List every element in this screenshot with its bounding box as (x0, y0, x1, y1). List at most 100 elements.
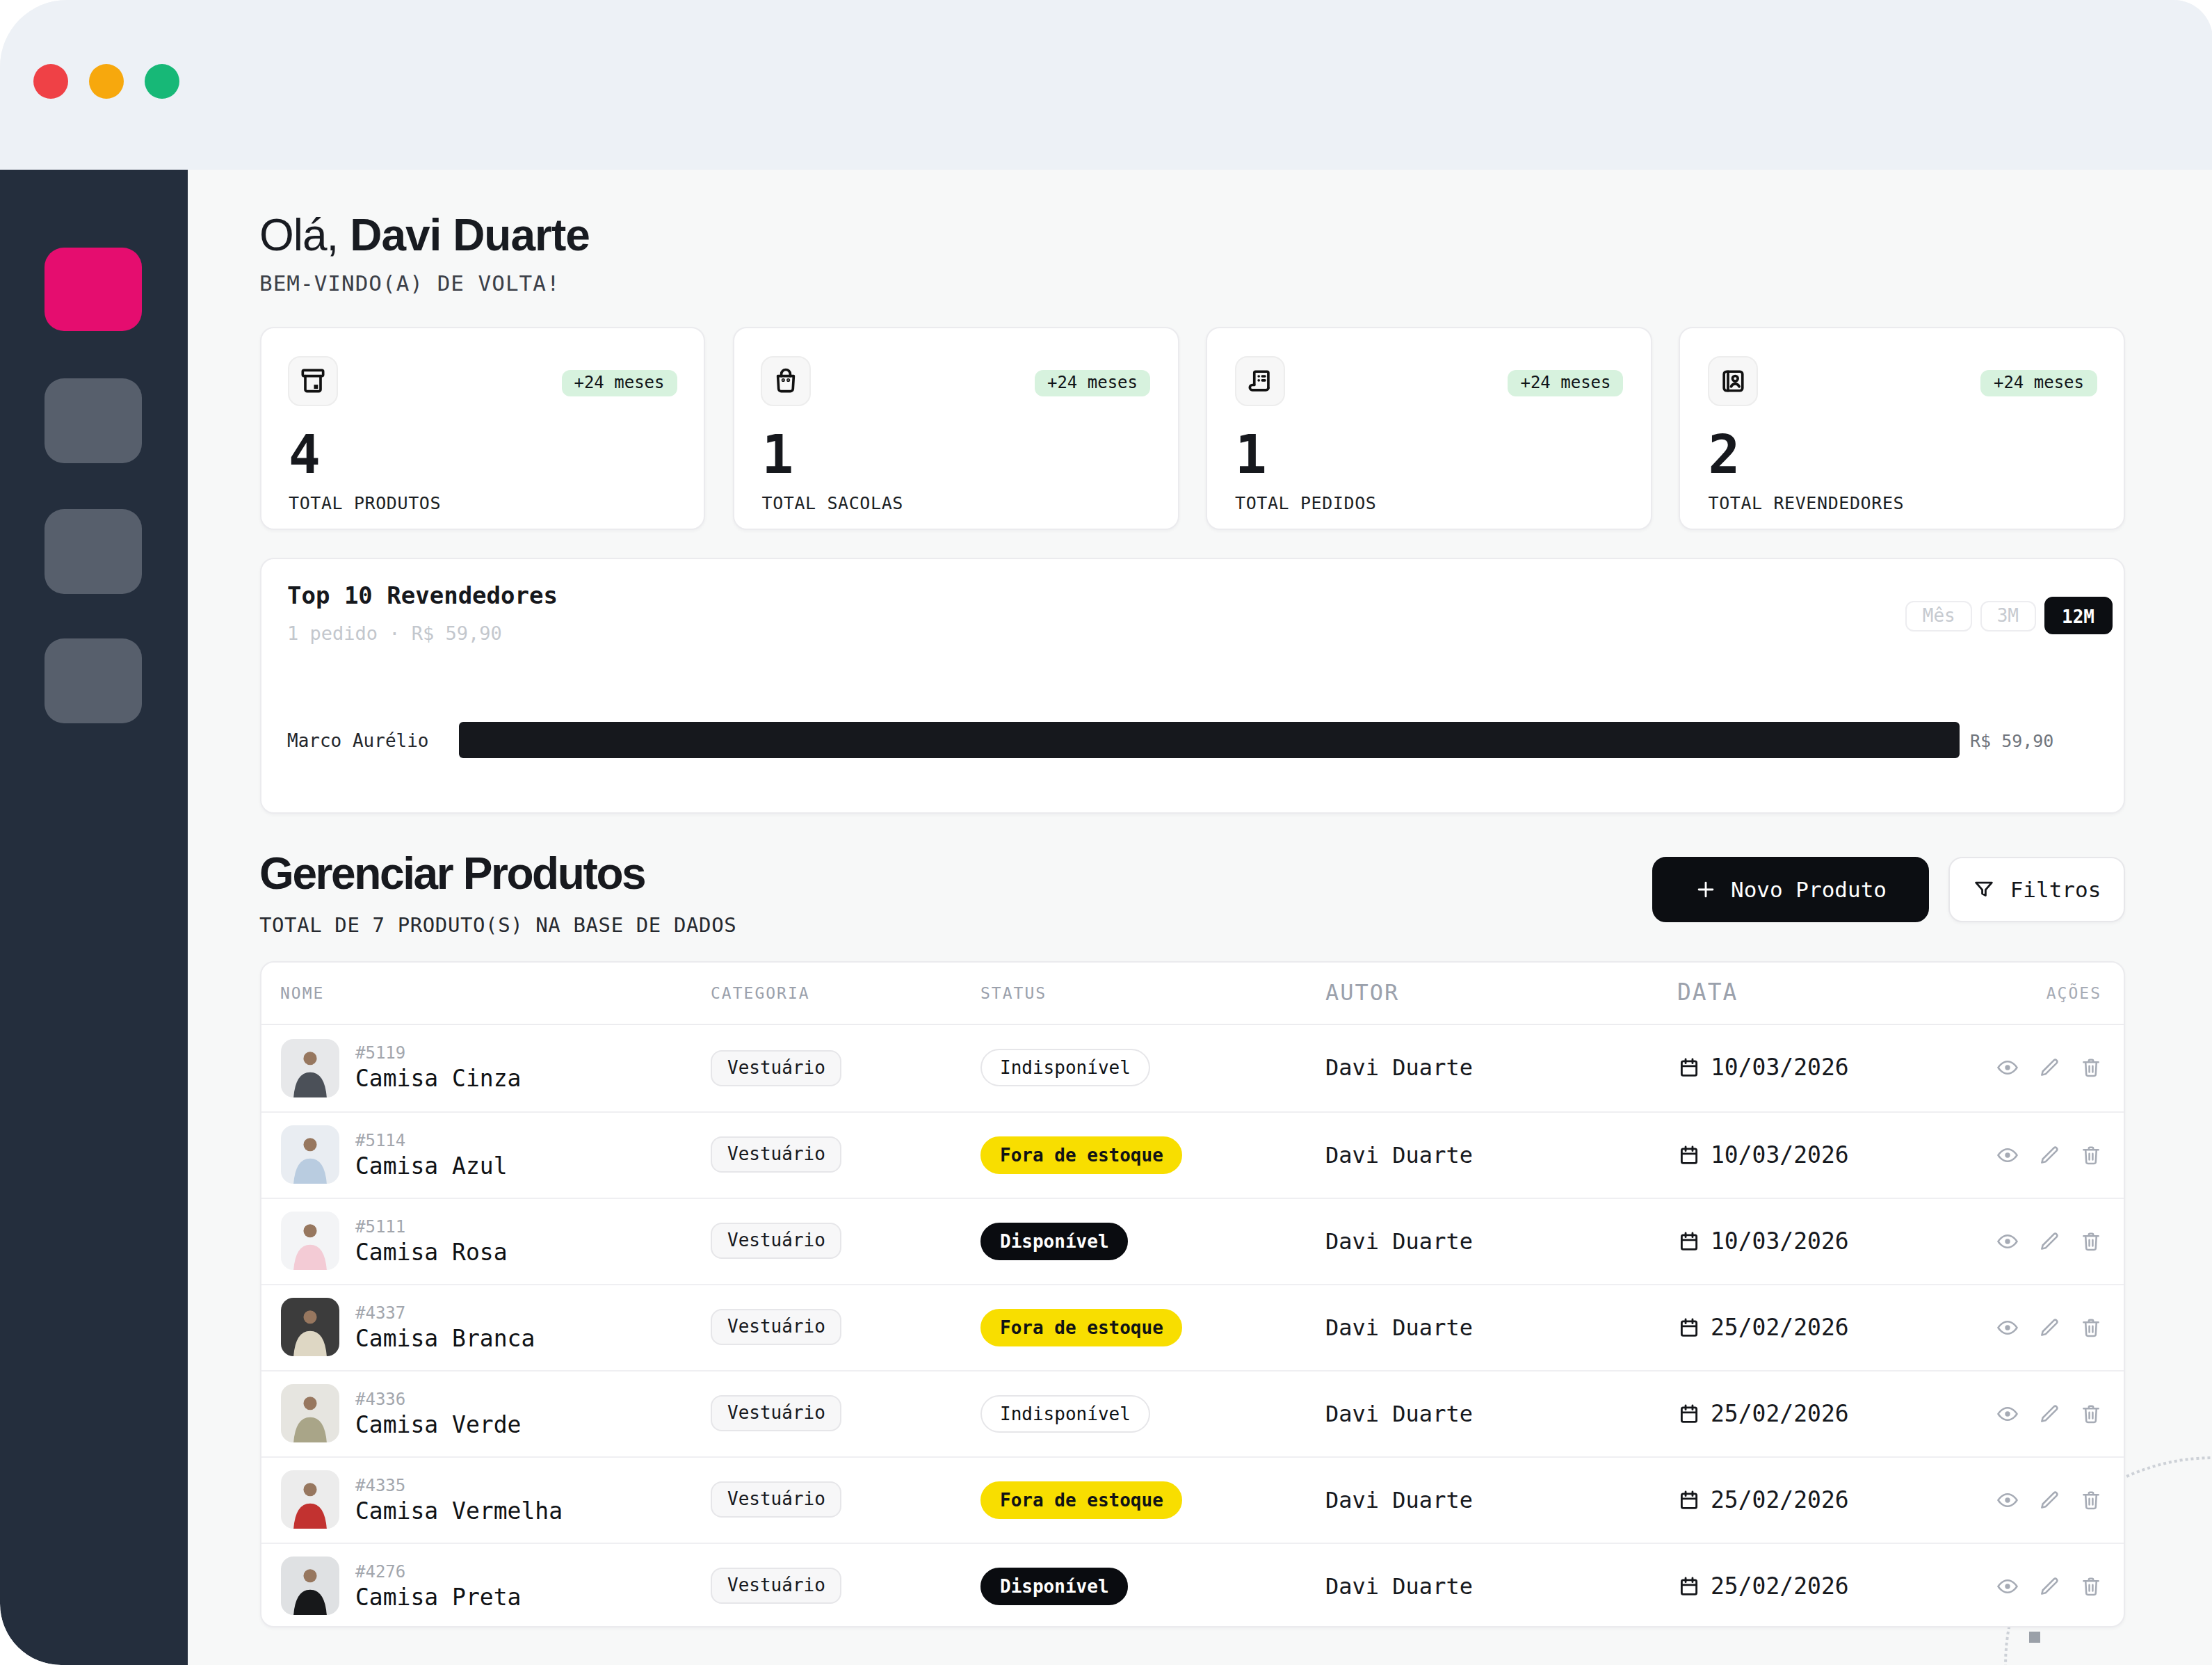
filter-icon (1973, 878, 1996, 901)
edit-icon[interactable] (2037, 1315, 2061, 1339)
delete-icon[interactable] (2079, 1315, 2103, 1339)
plus-icon (1693, 878, 1717, 901)
calendar-icon (1677, 1574, 1701, 1598)
top-revendedores-card: Top 10 Revendedores 1 pedido · R$ 59,90 … (259, 558, 2125, 814)
stat-card-total-sacolas: +24 meses 1 TOTAL SACOLAS (733, 327, 1179, 530)
category-badge: Vestuário (711, 1309, 842, 1345)
edit-icon[interactable] (2037, 1229, 2061, 1253)
view-icon[interactable] (1996, 1056, 2019, 1079)
delete-icon[interactable] (2079, 1143, 2103, 1166)
screenshot-stage: Olá, Davi Duarte BEM-VINDO(A) DE VOLTA! … (0, 0, 2212, 1665)
table-row[interactable]: #5119 Camisa Cinza Vestuário Indisponíve… (261, 1024, 2124, 1111)
range-button-3m[interactable]: 3M (1980, 600, 2035, 631)
bar-category-label: Marco Aurélio (287, 730, 458, 750)
table-row[interactable]: #5114 Camisa Azul Vestuário Fora de esto… (261, 1111, 2124, 1197)
table-row[interactable]: #5111 Camisa Rosa Vestuário Disponível D… (261, 1197, 2124, 1283)
bar-value-label: R$ 59,90 (1970, 730, 2053, 750)
stat-label: TOTAL PEDIDOS (1235, 492, 1376, 513)
view-icon[interactable] (1996, 1574, 2019, 1598)
delete-icon[interactable] (2079, 1574, 2103, 1598)
view-icon[interactable] (1996, 1315, 2019, 1339)
new-product-button[interactable]: Novo Produto (1652, 857, 1928, 922)
category-badge: Vestuário (711, 1395, 842, 1431)
product-thumbnail (280, 1557, 339, 1615)
product-author: Davi Duarte (1325, 1314, 1677, 1340)
view-icon[interactable] (1996, 1229, 2019, 1253)
range-button-mes[interactable]: Mês (1906, 600, 1972, 631)
sidebar-item-logo[interactable] (45, 248, 142, 331)
category-badge: Vestuário (711, 1049, 842, 1086)
column-header-nome[interactable]: NOME (280, 983, 711, 1003)
greeting: Olá, Davi Duarte BEM-VINDO(A) DE VOLTA! (259, 210, 590, 296)
sidebar-item-1[interactable] (45, 378, 142, 463)
minimize-window-button[interactable] (88, 63, 123, 98)
delete-icon[interactable] (2079, 1401, 2103, 1425)
column-header-autor[interactable]: AUTOR (1325, 980, 1677, 1006)
table-row[interactable]: #4335 Camisa Vermelha Vestuário Fora de … (261, 1456, 2124, 1542)
delete-icon[interactable] (2079, 1229, 2103, 1253)
product-author: Davi Duarte (1325, 1141, 1677, 1168)
product-id: #4335 (355, 1475, 563, 1495)
edit-icon[interactable] (2037, 1056, 2061, 1079)
table-row[interactable]: #4336 Camisa Verde Vestuário Indisponíve… (261, 1369, 2124, 1456)
column-header-categoria[interactable]: CATEGORIA (711, 983, 980, 1003)
resize-handle[interactable] (2028, 1632, 2040, 1643)
delete-icon[interactable] (2079, 1488, 2103, 1511)
range-button-12m[interactable]: 12M (2044, 597, 2113, 634)
chart-bar-row: Marco Aurélio R$ 59,90 (287, 722, 2097, 758)
bar (458, 722, 1959, 758)
stat-value: 4 (289, 424, 319, 485)
view-icon[interactable] (1996, 1401, 2019, 1425)
category-badge: Vestuário (711, 1136, 842, 1173)
table-row[interactable]: #4337 Camisa Branca Vestuário Fora de es… (261, 1283, 2124, 1369)
product-id: #5111 (355, 1216, 508, 1236)
product-author: Davi Duarte (1325, 1400, 1677, 1426)
product-thumbnail (280, 1125, 339, 1184)
product-id: #5114 (355, 1130, 508, 1150)
product-author: Davi Duarte (1325, 1572, 1677, 1599)
calendar-icon (1677, 1229, 1701, 1253)
product-thumbnail (280, 1470, 339, 1529)
greeting-subtitle: BEM-VINDO(A) DE VOLTA! (259, 271, 590, 296)
product-id: #4337 (355, 1303, 535, 1322)
product-thumbnail (280, 1298, 339, 1356)
stat-label: TOTAL SACOLAS (762, 492, 903, 513)
stat-label: TOTAL PRODUTOS (289, 492, 441, 513)
product-author: Davi Duarte (1325, 1228, 1677, 1254)
product-id: #5119 (355, 1043, 521, 1063)
product-thumbnail (280, 1212, 339, 1270)
edit-icon[interactable] (2037, 1574, 2061, 1598)
calendar-icon (1677, 1143, 1701, 1166)
contact-icon (1708, 356, 1758, 406)
period-badge: +24 meses (1035, 369, 1150, 396)
sidebar (0, 170, 188, 1665)
column-header-status[interactable]: STATUS (980, 983, 1325, 1003)
edit-icon[interactable] (2037, 1488, 2061, 1511)
chart-title: Top 10 Revendedores (287, 581, 558, 609)
stat-card-total-pedidos: +24 meses 1 TOTAL PEDIDOS (1206, 327, 1652, 530)
product-name: Camisa Verde (355, 1411, 521, 1438)
sidebar-item-3[interactable] (45, 638, 142, 723)
edit-icon[interactable] (2037, 1143, 2061, 1166)
table-row[interactable]: #4276 Camisa Preta Vestuário Disponível … (261, 1542, 2124, 1627)
stat-card-total-revendedores: +24 meses 2 TOTAL REVENDEDORES (1679, 327, 2126, 530)
status-badge: Fora de estoque (980, 1136, 1183, 1173)
filters-button[interactable]: Filtros (1948, 857, 2125, 922)
sidebar-item-2[interactable] (45, 509, 142, 594)
archive-icon (288, 356, 338, 406)
table-header: NOME CATEGORIA STATUS AUTOR DATA AÇÕES (261, 963, 2124, 1024)
view-icon[interactable] (1996, 1143, 2019, 1166)
product-date: 25/02/2026 (1711, 1486, 1849, 1513)
product-name: Camisa Rosa (355, 1239, 508, 1265)
stat-value: 1 (1235, 424, 1266, 485)
column-header-acoes: AÇÕES (1996, 983, 2101, 1003)
delete-icon[interactable] (2079, 1056, 2103, 1079)
column-header-data[interactable]: DATA (1677, 980, 1996, 1006)
edit-icon[interactable] (2037, 1401, 2061, 1425)
maximize-window-button[interactable] (144, 63, 179, 98)
view-icon[interactable] (1996, 1488, 2019, 1511)
status-badge: Disponível (980, 1567, 1129, 1604)
close-window-button[interactable] (33, 63, 67, 98)
product-author: Davi Duarte (1325, 1486, 1677, 1513)
product-name: Camisa Azul (355, 1152, 508, 1179)
